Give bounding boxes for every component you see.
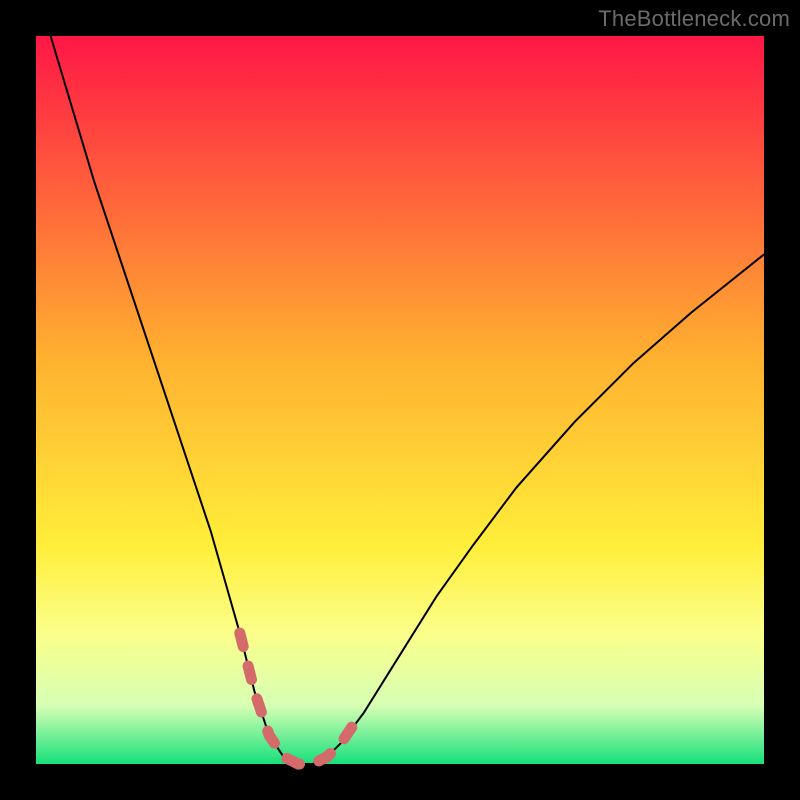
chart-container: TheBottleneck.com	[0, 0, 800, 800]
watermark-text: TheBottleneck.com	[598, 6, 790, 32]
bottleneck-chart	[0, 0, 800, 800]
